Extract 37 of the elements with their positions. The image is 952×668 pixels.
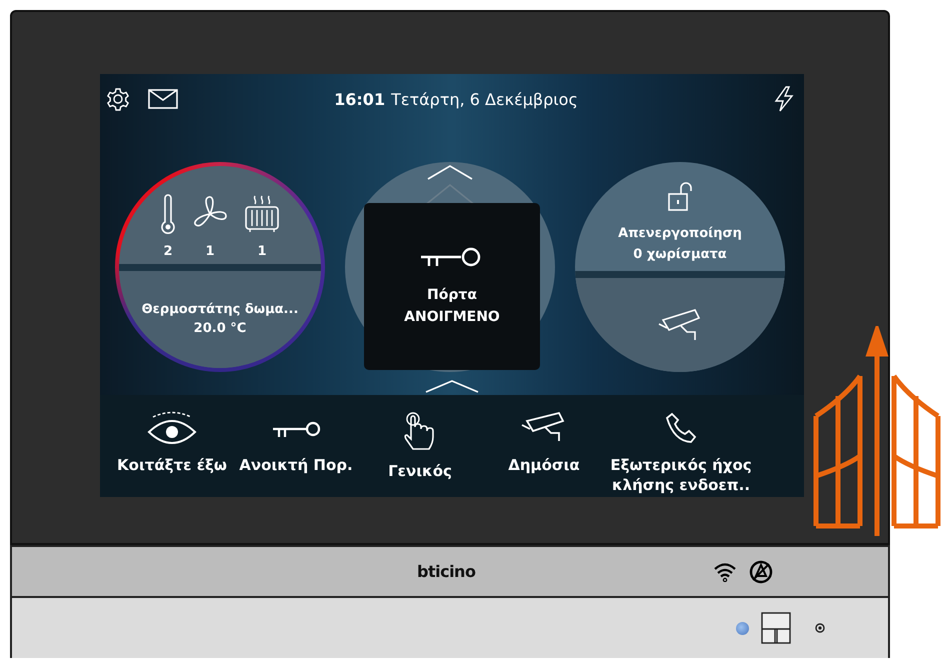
lightning-icon[interactable]: [774, 86, 794, 112]
alarm-zones: 0 χωρίσματα: [633, 246, 727, 264]
camera-icon: [657, 308, 703, 342]
bell-off-icon: [749, 560, 774, 584]
home-button[interactable]: [761, 612, 791, 644]
radiator-icon: [244, 194, 280, 234]
brand-logo: bticino: [417, 562, 476, 581]
mail-icon[interactable]: [148, 89, 178, 109]
hand-pointer-icon: [403, 411, 437, 451]
popup-title: Πόρτα: [427, 286, 477, 304]
settings-icon[interactable]: [106, 87, 130, 111]
zone-count: 1: [257, 244, 267, 260]
clock-time: 16:01: [334, 90, 386, 108]
alarm-status: Απενεργοποίηση: [618, 225, 742, 244]
thermostat-widget[interactable]: 2 1 1 Θερμοστάτης δωμα... 20.0 °C: [115, 162, 325, 372]
shortcut-button[interactable]: Κοιτάξτε έξω: [110, 395, 234, 497]
key-icon: [421, 246, 483, 268]
thermometer-icon: [160, 194, 176, 234]
phone-icon: [664, 411, 698, 445]
alarm-widget[interactable]: Απενεργοποίηση 0 χωρίσματα: [575, 162, 785, 372]
shortcut-button[interactable]: Εξωτερικός ήχος κλήσης ενδοεπ..: [606, 395, 756, 497]
zone-count: 1: [205, 244, 215, 260]
thermostat-name: Θερμοστάτης δωμα...: [142, 301, 298, 320]
status-led: [736, 622, 749, 634]
zone-count: 2: [163, 244, 173, 260]
eye-icon: [147, 411, 197, 445]
shortcut-button[interactable]: Γενικός: [358, 395, 482, 497]
wifi-icon: [713, 562, 738, 582]
padlock-icon: [667, 182, 693, 212]
shortcut-button[interactable]: Ανοικτή Πορ.: [234, 395, 358, 497]
shortcut-button[interactable]: Δημόσια: [482, 395, 606, 497]
microphone-icon: [815, 623, 825, 633]
temperature-reading: 20.0 °C: [194, 320, 246, 338]
date-text: Τετάρτη, 6 Δεκέμβριος: [391, 90, 578, 108]
popup-status: ΑΝΟΙΓΜΕΝΟ: [404, 308, 500, 326]
chevron-up-icon[interactable]: [426, 164, 474, 180]
chevron-up-icon[interactable]: [424, 379, 480, 393]
